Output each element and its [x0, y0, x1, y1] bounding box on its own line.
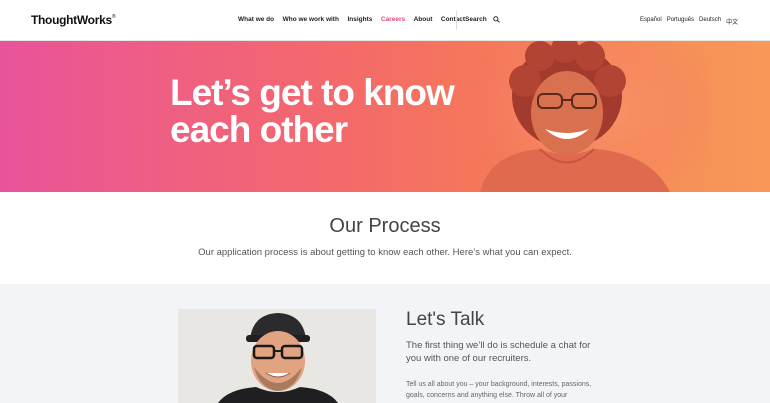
process-title: Our Process	[329, 215, 441, 237]
site-header: ThoughtWorks® What we do Who we work wit…	[0, 0, 770, 41]
lets-talk-lead: The first thing we’ll do is schedule a c…	[406, 340, 591, 364]
lets-talk-section: Let's Talk The first thing we’ll do is s…	[0, 284, 770, 403]
main-nav: What we do Who we work with Insights Car…	[238, 16, 474, 23]
nav-contact[interactable]: Contact	[441, 16, 465, 23]
nav-insights[interactable]: Insights	[347, 16, 372, 23]
search-label: Search	[465, 16, 487, 23]
language-switcher: Español Português Deutsch 中文	[640, 17, 738, 26]
lets-talk-title: Let's Talk	[406, 309, 485, 330]
nav-what-we-do[interactable]: What we do	[238, 16, 274, 23]
hero-title: Let’s get to know each other	[170, 72, 455, 150]
process-section: Our Process Our application process is a…	[0, 192, 770, 284]
hero-title-line-1: Let’s get to know	[170, 72, 455, 113]
search-button[interactable]: Search	[465, 16, 500, 23]
nav-divider	[456, 11, 457, 30]
lang-portugues[interactable]: Português	[667, 17, 694, 26]
thoughtworks-logo[interactable]: ThoughtWorks®	[31, 13, 116, 27]
process-subtitle: Our application process is about getting…	[198, 247, 572, 258]
hero-portrait-image	[470, 41, 710, 192]
lang-deutsch[interactable]: Deutsch	[699, 17, 721, 26]
lang-espanol[interactable]: Español	[640, 17, 662, 26]
nav-about[interactable]: About	[414, 16, 433, 23]
nav-careers[interactable]: Careers	[381, 16, 405, 23]
hero-banner: Let’s get to know each other	[0, 41, 770, 192]
lang-chinese[interactable]: 中文	[726, 17, 738, 26]
lets-talk-body: Tell us all about you – your background,…	[406, 381, 592, 399]
recruiter-portrait-image	[178, 309, 376, 403]
search-icon	[492, 16, 500, 23]
nav-who-we-work-with[interactable]: Who we work with	[283, 16, 339, 23]
hero-title-line-2: each other	[170, 109, 348, 150]
